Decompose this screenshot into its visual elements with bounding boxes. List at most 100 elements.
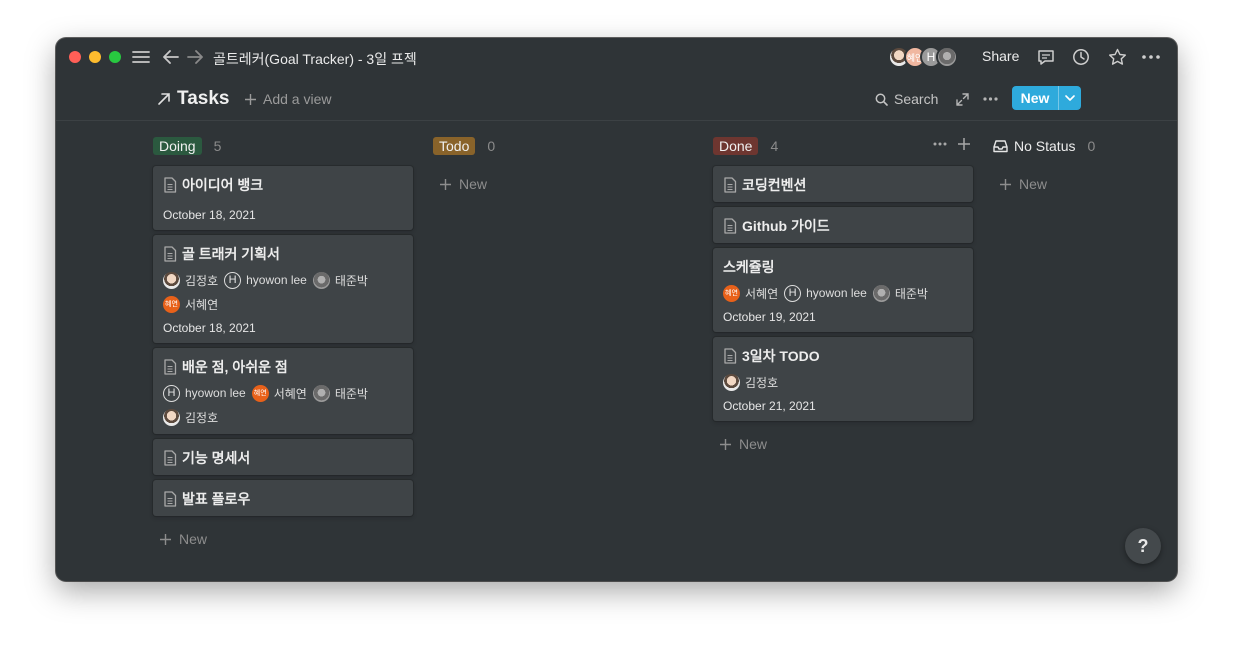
minimize-window-button[interactable] [89,51,101,63]
card-date: October 18, 2021 [163,321,256,335]
close-window-button[interactable] [69,51,81,63]
column-more-icon[interactable] [933,137,947,151]
more-options-icon[interactable] [1141,47,1161,67]
task-card[interactable]: 코딩컨벤션 [713,166,973,202]
back-arrow-icon[interactable] [161,47,181,67]
card-title: 아이디어 뱅크 [163,176,403,194]
presence-avatar[interactable] [936,46,958,68]
person-avatar [312,271,330,289]
person-avatar: H [784,284,802,302]
plus-icon [720,438,731,450]
person-chip: 김정호 [163,271,218,289]
column-name: No Status [1014,138,1076,154]
person-chip: Hhyowon lee [163,384,246,402]
task-card[interactable]: 배운 점, 아쉬운 점 Hhyowon lee 혜연 서혜연 태준박 김정호 [153,348,413,434]
view-title[interactable]: Tasks [157,88,229,110]
person-name: 태준박 [894,286,928,301]
task-card[interactable]: 아이디어 뱅크 October 18, 2021 [153,166,413,230]
column-count: 5 [213,138,222,154]
add-card-label: New [459,176,488,192]
comments-icon[interactable] [1036,47,1056,67]
search-icon [875,93,888,106]
plus-icon [160,533,171,545]
title-bar: 골트레커(Goal Tracker) - 3일 프젝 혜연 H Share [56,38,1177,76]
task-card[interactable]: Github 가이드 [713,207,973,243]
add-view-label: Add a view [263,91,332,107]
task-card[interactable]: 발표 플로우 [153,480,413,516]
person-avatar: H [224,271,242,289]
add-card-button[interactable]: New [153,521,413,557]
person-chip: 태준박 [872,284,928,302]
page-title[interactable]: 골트레커(Goal Tracker) - 3일 프젝 [213,49,417,69]
column-add-icon[interactable] [957,137,971,151]
card-people: 김정호 Hhyowon lee 태준박 혜연 서혜연 [163,271,403,313]
person-avatar: H [163,384,180,402]
plus-icon [440,178,451,190]
new-item-label[interactable]: New [1012,86,1058,110]
card-date: October 18, 2021 [163,208,256,222]
card-title-text: 발표 플로우 [182,491,251,507]
card-people: 김정호 [723,373,963,391]
card-people: Hhyowon lee 혜연 서혜연 태준박 김정호 [163,384,403,426]
person-name: hyowon lee [806,286,867,300]
page-icon [164,177,177,193]
share-button[interactable]: Share [982,48,1019,64]
card-title: 코딩컨벤션 [723,176,963,194]
task-card[interactable]: 골 트래커 기획서 김정호 Hhyowon lee 태준박 혜연 서혜연 October 1… [153,235,413,343]
column-header[interactable]: Doing 5 [153,134,413,158]
add-card-button[interactable]: New [433,166,693,202]
add-card-button[interactable]: New [993,166,1177,202]
new-item-button[interactable]: New [1012,86,1081,110]
status-pill[interactable]: Done [713,137,759,155]
board-column-no-status: No Status 0 New [993,134,1177,202]
page-icon [724,177,737,193]
person-chip: 김정호 [723,373,778,391]
card-title-text: 아이디어 뱅크 [182,177,264,193]
status-pill[interactable]: Doing [153,137,202,155]
page-icon [724,218,737,234]
sidebar-toggle-icon[interactable] [131,47,151,67]
zoom-window-button[interactable] [109,51,121,63]
open-full-page-icon[interactable] [953,90,971,108]
column-header[interactable]: Done 4 [713,134,973,158]
forward-arrow-icon[interactable] [185,47,205,67]
header-divider [56,120,1177,121]
card-title: 3일차 TODO [723,347,963,365]
add-card-button[interactable]: New [713,426,973,462]
new-template-dropdown[interactable] [1058,86,1081,110]
history-clock-icon[interactable] [1071,47,1091,67]
status-pill[interactable]: Todo [433,137,476,155]
presence-avatars[interactable]: 혜연 H [888,46,958,68]
card-title: Github 가이드 [723,217,963,235]
task-card[interactable]: 기능 명세서 [153,439,413,475]
board-column-doing: Doing 5 아이디어 뱅크 October 18, 2021 골 트래커 기획서김정… [153,134,413,557]
card-title-text: Github 가이드 [742,218,830,234]
person-chip: 태준박 [312,271,368,289]
column-header[interactable]: No Status 0 [993,134,1177,158]
plus-icon [245,93,256,105]
add-view-button[interactable]: Add a view [244,91,331,107]
person-name: hyowon lee [185,386,246,400]
page-icon [164,246,177,262]
card-title-text: 골 트래커 기획서 [182,246,280,262]
add-card-label: New [1019,176,1048,192]
person-name: 김정호 [185,273,219,288]
column-header[interactable]: Todo 0 [433,134,693,158]
person-avatar: 혜연 [723,284,740,302]
add-card-label: New [739,436,768,452]
plus-icon [1000,178,1011,190]
task-card[interactable]: 스케쥴링 혜연 서혜연 Hhyowon lee 태준박 October 19, 2021 [713,248,973,332]
page-icon [164,359,177,375]
card-title-text: 배운 점, 아쉬운 점 [182,359,288,375]
linked-arrow-icon [158,93,170,105]
person-chip: 김정호 [163,408,218,426]
favorite-star-icon[interactable] [1107,47,1127,67]
person-avatar [723,373,740,391]
no-status-label[interactable]: No Status [993,138,1075,154]
view-options-icon[interactable] [981,90,999,108]
task-card[interactable]: 3일차 TODO 김정호 October 21, 2021 [713,337,973,421]
person-avatar [163,408,180,426]
help-button[interactable]: ? [1125,528,1161,564]
card-title: 배운 점, 아쉬운 점 [163,358,403,376]
search-button[interactable]: Search [875,91,938,107]
